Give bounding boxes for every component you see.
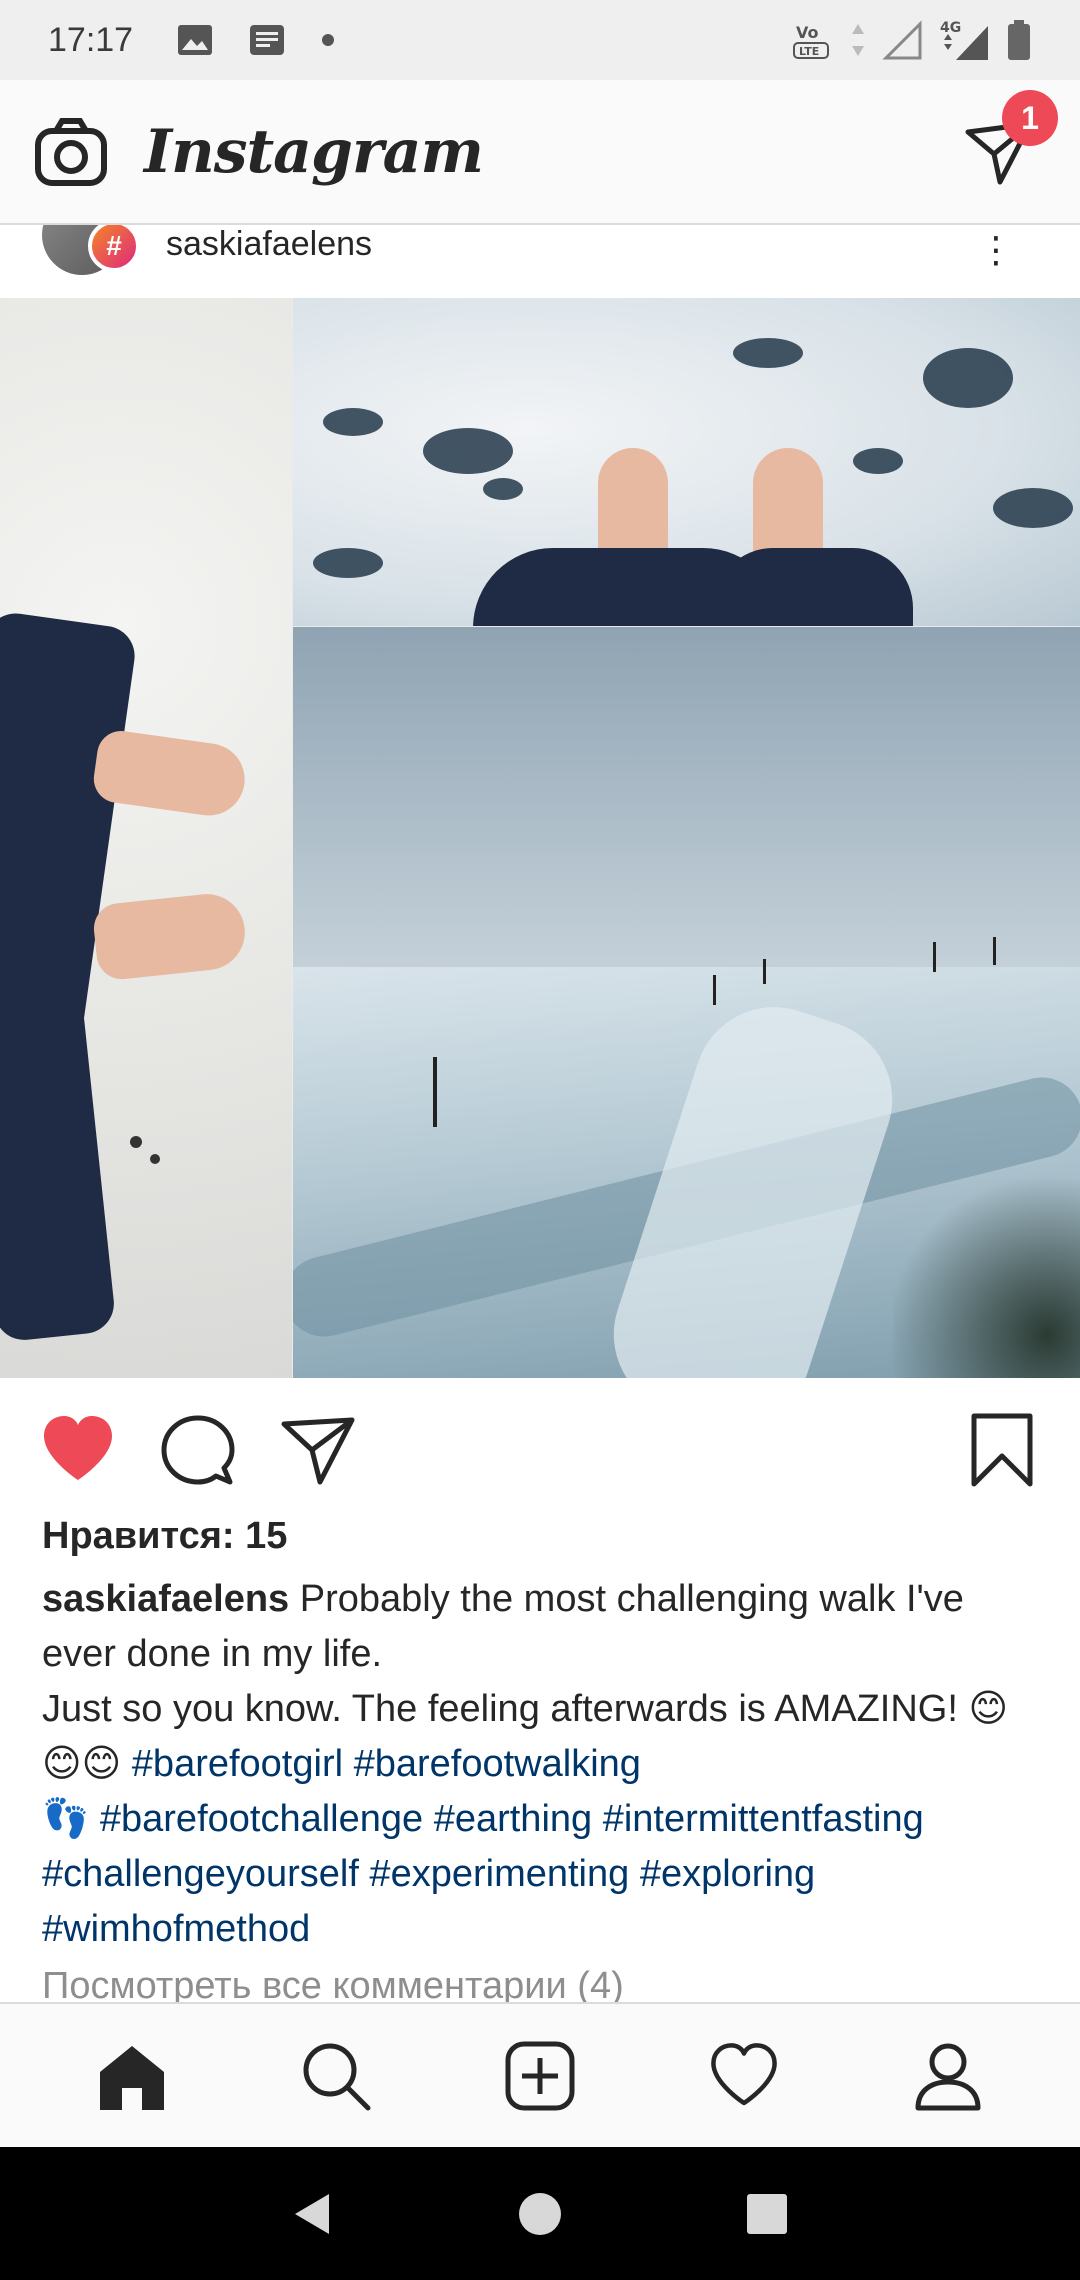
search-icon [303,2043,371,2110]
4g-icon: 4G [940,20,988,60]
activity-heart-icon [711,2042,777,2105]
home-circle-icon[interactable] [516,2190,564,2238]
share-icon[interactable] [278,1410,358,1490]
status-time: 17:17 [48,20,134,59]
status-right-icons: Vo LTE 4G [790,18,1032,62]
save-bookmark-icon[interactable] [962,1410,1042,1490]
profile-icon [915,2043,981,2110]
nav-search[interactable] [296,2036,376,2116]
post-username[interactable]: saskiafaelens [166,225,372,264]
camera-icon[interactable] [34,117,108,187]
post-caption: saskiafaelens Probably the most challeng… [42,1572,1042,1957]
photo-pane-snow-path [293,627,1080,1378]
home-icon [100,2045,164,2110]
comment-icon[interactable] [158,1410,238,1490]
caption-feet-emoji: 👣 [42,1798,100,1840]
status-left-icons [177,24,335,56]
system-navigation [0,2147,1080,2280]
status-bar: 17:17 Vo LTE 4G [0,0,1080,80]
caption-hashtags-2[interactable]: #barefootchallenge #earthing #intermitte… [42,1798,924,1950]
photo-pane-snow-feet [293,298,1080,626]
battery-icon [1008,20,1030,60]
caption-username[interactable]: saskiafaelens [42,1578,289,1620]
svg-text:Vo: Vo [796,23,819,42]
post-actions [0,1400,1080,1500]
screen: 17:17 Vo LTE 4G Instagram 1 # saskiafaele… [0,0,1080,2280]
app-header: Instagram 1 [0,80,1080,225]
post-photo[interactable] [0,298,1080,1378]
dot-icon [322,34,335,46]
more-options-icon[interactable]: ⋮ [978,229,1014,271]
hashtag-badge: # [88,220,140,272]
nav-activity[interactable] [704,2036,784,2116]
back-icon[interactable] [289,2190,337,2238]
like-heart-icon[interactable] [38,1410,118,1490]
nav-home[interactable] [92,2036,172,2116]
add-post-icon [505,2041,575,2110]
bottom-navigation [0,2002,1080,2147]
direct-badge: 1 [1002,90,1058,146]
signal-arrows-icon [852,24,864,56]
caption-hashtags-1[interactable]: #barefootgirl #barefootwalking [132,1743,641,1785]
svg-text:4G: 4G [940,20,961,36]
photo-pane-feet [0,298,292,1378]
instagram-logo[interactable]: Instagram [144,117,484,187]
recents-icon[interactable] [743,2190,791,2238]
image-icon [178,25,213,55]
svg-text:LTE: LTE [799,45,819,58]
volte-icon: Vo LTE [793,23,829,59]
likes-count[interactable]: Нравится: 15 [42,1515,287,1558]
notes-icon [250,25,285,55]
signal-icon [882,20,922,60]
nav-profile[interactable] [908,2036,988,2116]
nav-add-post[interactable] [500,2036,580,2116]
